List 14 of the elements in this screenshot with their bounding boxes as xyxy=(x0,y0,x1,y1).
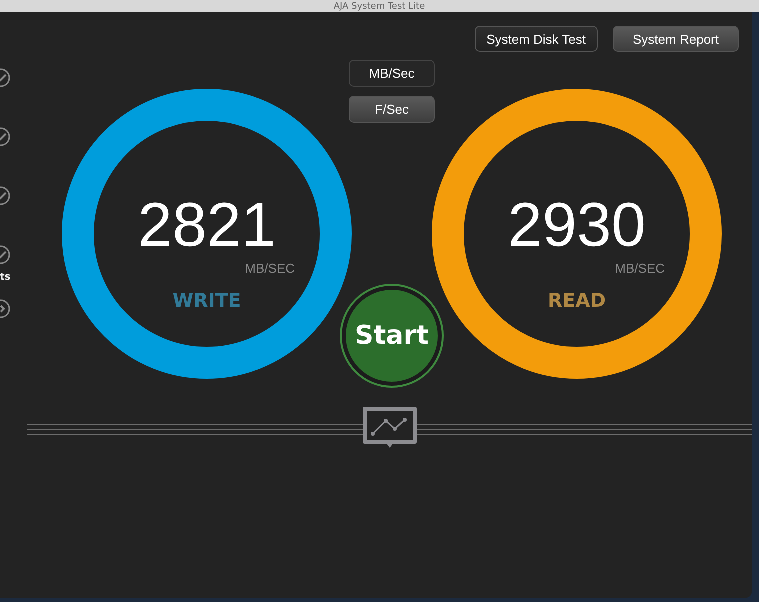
unit-toggle-button[interactable]: F/Sec xyxy=(349,96,435,123)
unit-toggle-button[interactable]: MB/Sec xyxy=(349,60,435,87)
line-chart-icon[interactable] xyxy=(362,406,418,450)
gauge-label: READ xyxy=(548,290,606,312)
speed-value: 2930 xyxy=(508,191,646,261)
gauge-label: WRITE xyxy=(172,290,242,312)
window-title: AJA System Test Lite xyxy=(334,2,426,12)
start-button[interactable]: Start xyxy=(342,286,442,386)
speed-unit: MB/SEC xyxy=(245,261,295,276)
toolbar-button[interactable]: System Report xyxy=(613,26,739,52)
toolbar-button[interactable]: System Disk Test xyxy=(474,26,598,52)
speed-value: 2821 xyxy=(138,191,276,261)
speed-unit: MB/SEC xyxy=(615,261,665,276)
sidebar-label: ts xyxy=(0,272,11,284)
